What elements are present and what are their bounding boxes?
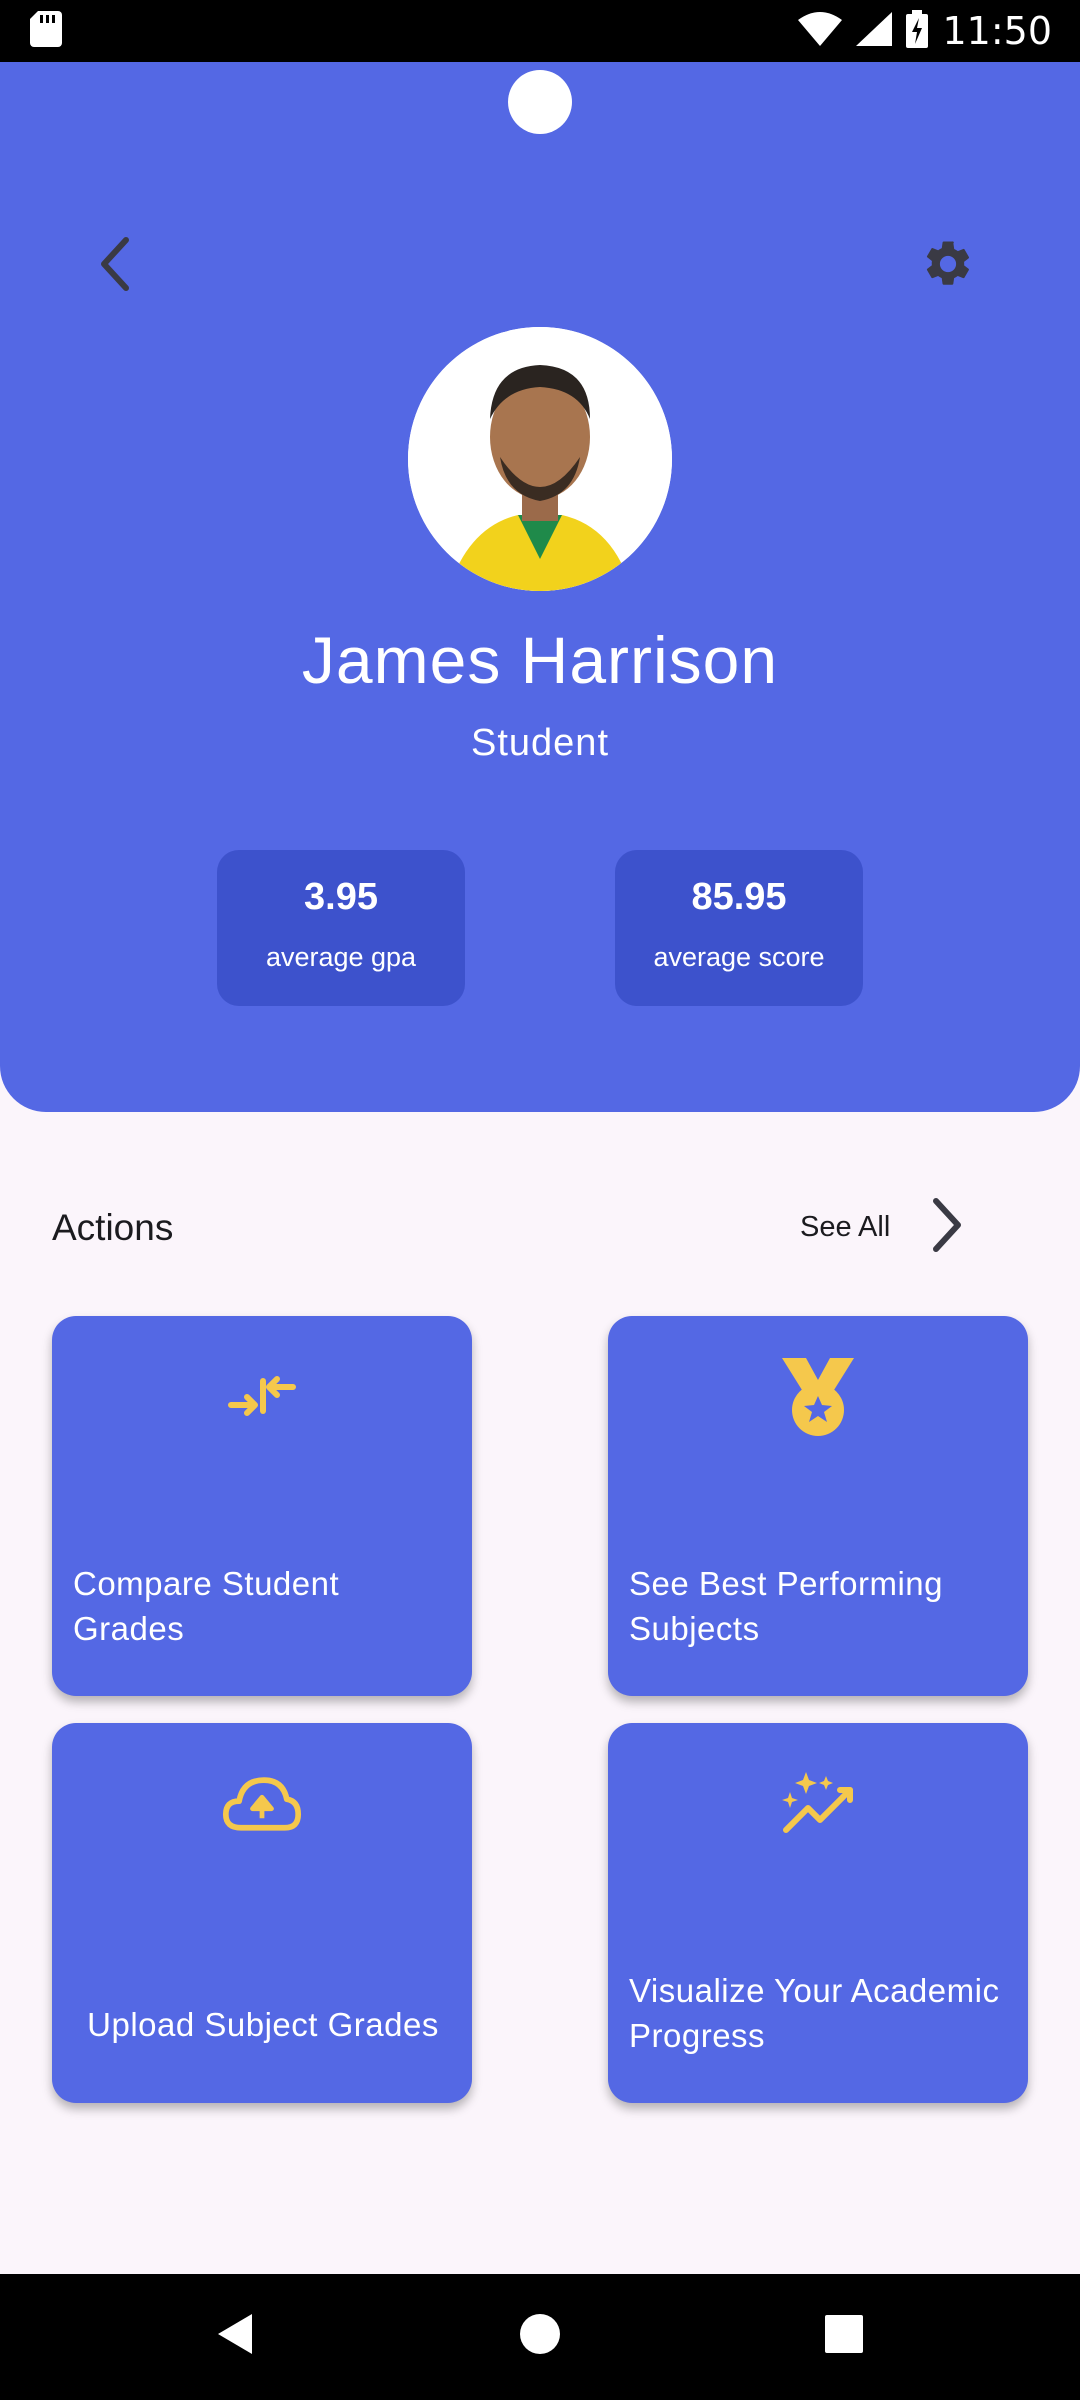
camera-cutout (508, 70, 572, 134)
gear-icon (921, 237, 975, 296)
cloud-upload-icon (222, 1763, 302, 1843)
profile-header: James Harrison Student 3.95 average gpa … (0, 62, 1080, 1112)
signal-icon (856, 11, 893, 51)
action-card-label: Compare Student Grades (73, 1565, 340, 1647)
action-card-compare-grades[interactable]: Compare Student Grades (52, 1316, 472, 1696)
nav-recents-button[interactable] (804, 2296, 884, 2376)
compare-arrows-icon (222, 1356, 302, 1436)
sd-card-icon (30, 10, 62, 52)
nav-back-button[interactable] (196, 2296, 276, 2376)
see-all-button[interactable]: See All (800, 1192, 964, 1262)
action-card-label: See Best Performing Subjects (629, 1565, 943, 1647)
avatar-photo (408, 327, 672, 591)
profile-name: James Harrison (301, 623, 779, 697)
see-all-label: See All (800, 1210, 891, 1243)
status-time: 11:50 (942, 9, 1052, 53)
nav-home-button[interactable] (500, 2296, 580, 2376)
action-card-label: Visualize Your Academic Progress (629, 1972, 1000, 2054)
medal-icon (778, 1356, 858, 1436)
stat-card-score: 85.95 average score (615, 850, 863, 1006)
stat-value: 3.95 (304, 876, 378, 918)
avatar (408, 327, 672, 591)
back-button[interactable] (76, 226, 156, 306)
stat-label: average score (653, 942, 825, 972)
settings-button[interactable] (908, 226, 988, 306)
sparkle-chart-icon (778, 1763, 858, 1843)
action-card-best-subjects[interactable]: See Best Performing Subjects (608, 1316, 1028, 1696)
nav-back-icon (216, 2312, 256, 2361)
stat-card-gpa: 3.95 average gpa (217, 850, 465, 1006)
action-card-upload-grades[interactable]: Upload Subject Grades (52, 1723, 472, 2103)
action-card-visualize-progress[interactable]: Visualize Your Academic Progress (608, 1723, 1028, 2103)
profile-role: Student (471, 722, 609, 764)
wifi-icon (798, 11, 843, 51)
status-left (30, 10, 62, 52)
actions-title: Actions (52, 1207, 174, 1248)
stat-label: average gpa (265, 942, 417, 972)
battery-charging-icon (906, 9, 929, 53)
nav-recents-icon (824, 2314, 864, 2359)
system-nav-bar (0, 2274, 1080, 2400)
stat-value: 85.95 (691, 876, 787, 918)
chevron-left-icon (96, 236, 136, 297)
nav-home-icon (518, 2312, 562, 2361)
status-bar: 11:50 (0, 0, 1080, 62)
action-card-label: Upload Subject Grades (87, 2006, 439, 2043)
status-right: 11:50 (798, 9, 1052, 53)
chevron-right-icon (930, 1197, 964, 1258)
